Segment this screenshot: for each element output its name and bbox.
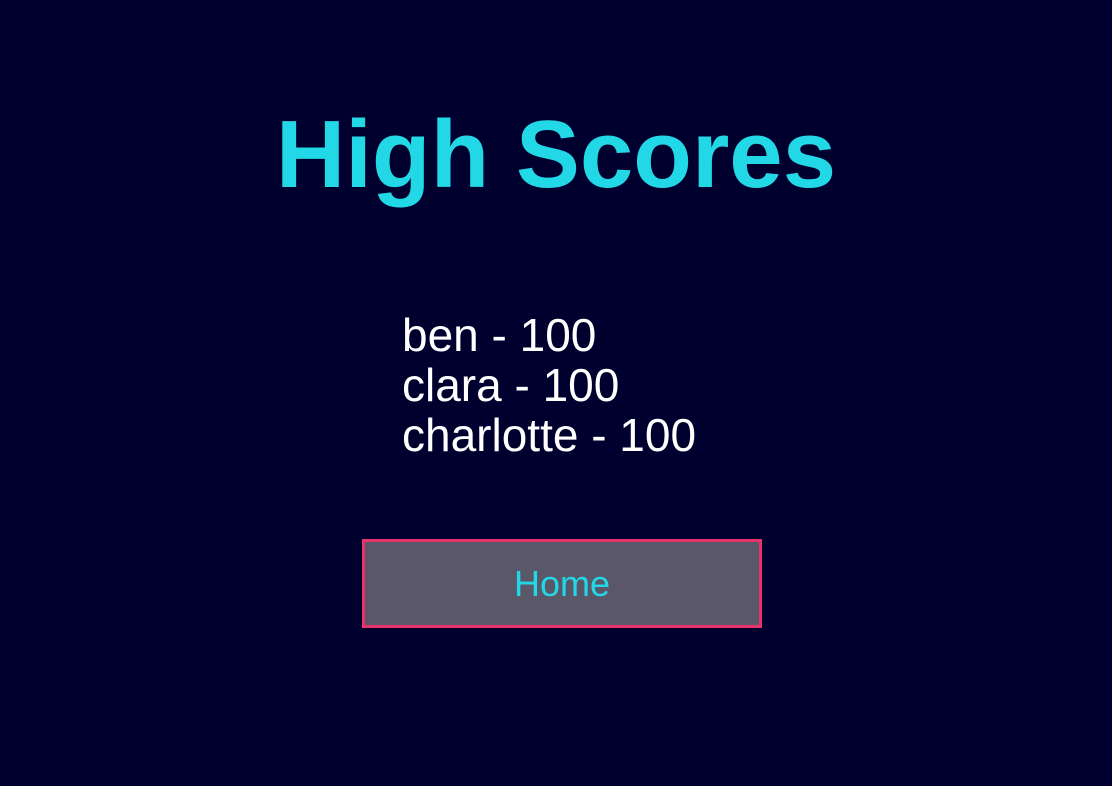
score-entry: charlotte - 100 [402, 409, 697, 461]
score-entry: ben - 100 [402, 309, 597, 361]
high-scores-screen: High Scores ben - 100 clara - 100 charlo… [0, 0, 1112, 786]
score-entry: clara - 100 [402, 359, 620, 411]
home-button[interactable]: Home [362, 539, 762, 628]
high-score-list: ben - 100 clara - 100 charlotte - 100 [402, 310, 696, 460]
page-title: High Scores [275, 101, 837, 208]
